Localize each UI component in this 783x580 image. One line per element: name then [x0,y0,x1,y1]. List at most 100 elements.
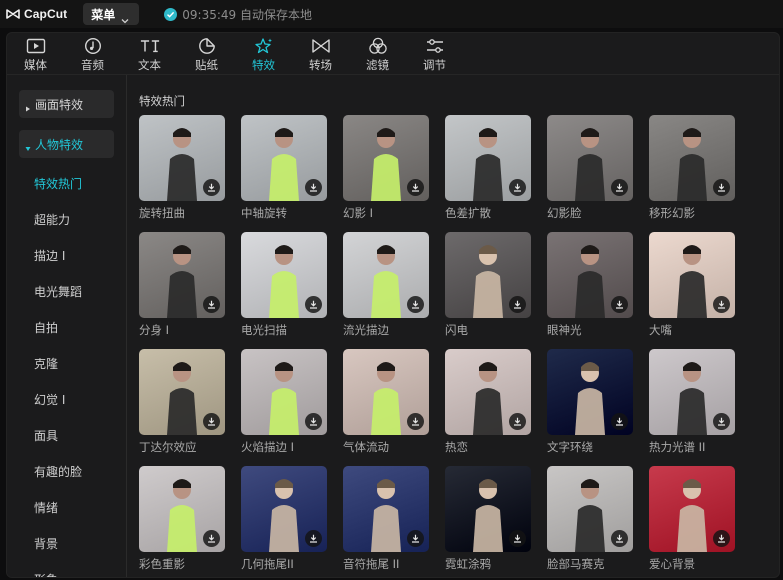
sidebar-item-figure[interactable]: 形象 [34,571,58,577]
effect-card[interactable]: 眼神光 [547,232,633,338]
effect-card[interactable]: 色差扩散 [445,115,531,221]
effect-card[interactable]: 火焰描边 I [241,349,327,455]
effect-card[interactable]: 分身 I [139,232,225,338]
download-icon[interactable] [611,530,628,547]
effect-card[interactable]: 热力光谱 II [649,349,735,455]
effect-card[interactable]: 移形幻影 [649,115,735,221]
effect-thumbnail [649,115,735,201]
effect-name: 分身 I [139,323,170,337]
tab-sticker[interactable]: 贴纸 [178,33,235,75]
effect-name: 色差扩散 [445,206,491,220]
effect-name: 爱心背景 [649,557,695,571]
effect-name: 气体流动 [343,440,389,454]
download-icon[interactable] [305,179,322,196]
effect-thumbnail [241,115,327,201]
download-icon[interactable] [407,179,424,196]
tab-transition[interactable]: 转场 [292,33,349,75]
effect-card[interactable]: 流光描边 [343,232,429,338]
sidebar-item-emotion[interactable]: 情绪 [34,499,58,516]
effect-thumbnail [547,232,633,318]
download-icon[interactable] [713,413,730,430]
tab-text[interactable]: 文本 [121,33,178,75]
sidebar-item-illusion[interactable]: 幻觉 I [34,391,65,408]
effects-content: 特效热门 旋转扭曲 中轴旋转 幻影 I 色差扩散 幻影脸 移形幻影 分身 I 电光扫描 流光描边… [128,75,779,577]
download-icon[interactable] [407,413,424,430]
sidebar-item-hot[interactable]: 特效热门 [34,175,82,192]
effect-name: 几何拖尾II [241,557,294,571]
effect-thumbnail [445,115,531,201]
download-icon[interactable] [305,296,322,313]
effect-card[interactable]: 气体流动 [343,349,429,455]
download-icon[interactable] [305,530,322,547]
effect-card[interactable]: 几何拖尾II [241,466,327,572]
effect-card[interactable]: 音符拖尾 II [343,466,429,572]
download-icon[interactable] [407,296,424,313]
effect-card[interactable]: 热恋 [445,349,531,455]
tab-audio-label: 音频 [81,58,104,72]
sidebar-item-selfie[interactable]: 自拍 [34,319,58,336]
download-icon[interactable] [713,296,730,313]
download-icon[interactable] [611,179,628,196]
effect-card[interactable]: 闪电 [445,232,531,338]
download-icon[interactable] [203,179,220,196]
effect-card[interactable]: 霓虹涂鸦 [445,466,531,572]
tab-effects-label: 特效 [252,58,275,72]
sidebar-item-clone[interactable]: 克隆 [34,355,58,372]
effect-card[interactable]: 大嘴 [649,232,735,338]
effect-name: 电光扫描 [241,323,287,337]
app-name: CapCut [24,7,68,21]
effect-name: 火焰描边 I [241,440,295,454]
effect-card[interactable]: 幻影 I [343,115,429,221]
effect-thumbnail [343,232,429,318]
effect-card[interactable]: 中轴旋转 [241,115,327,221]
tab-filter[interactable]: 滤镜 [349,33,406,75]
effect-card[interactable]: 文字环绕 [547,349,633,455]
download-icon[interactable] [203,530,220,547]
sidebar-item-outline[interactable]: 描边 I [34,247,65,264]
download-icon[interactable] [203,296,220,313]
menu-button[interactable]: 菜单 [83,3,140,25]
tab-effects[interactable]: 特效 [235,33,292,75]
category-people-effects[interactable]: 人物特效 [19,130,114,158]
effect-card[interactable]: 脸部马赛克 [547,466,633,572]
download-icon[interactable] [509,413,526,430]
download-icon[interactable] [509,296,526,313]
effect-card[interactable]: 旋转扭曲 [139,115,225,221]
effect-name: 眼神光 [547,323,582,337]
tab-adjust[interactable]: 调节 [406,33,463,75]
download-icon[interactable] [713,179,730,196]
download-icon[interactable] [407,530,424,547]
effect-card[interactable]: 电光扫描 [241,232,327,338]
download-icon[interactable] [611,413,628,430]
effect-name: 大嘴 [649,323,672,337]
tab-media[interactable]: 媒体 [7,33,64,75]
effect-thumbnail [241,466,327,552]
sidebar-item-superpower[interactable]: 超能力 [34,211,70,228]
category-screen-effects[interactable]: 画面特效 [19,90,114,118]
sidebar-item-electric-dance[interactable]: 电光舞蹈 [34,283,82,300]
effect-name: 脸部马赛克 [547,557,605,571]
effect-name: 旋转扭曲 [139,206,185,220]
download-icon[interactable] [305,413,322,430]
download-icon[interactable] [509,530,526,547]
effect-card[interactable]: 丁达尔效应 [139,349,225,455]
effect-card[interactable]: 爱心背景 [649,466,735,572]
effect-card[interactable]: 彩色重影 [139,466,225,572]
effect-thumbnail [139,466,225,552]
chevron-down-icon [121,10,129,24]
tab-audio[interactable]: 音频 [64,33,121,75]
effect-card[interactable]: 幻影脸 [547,115,633,221]
tab-filter-label: 滤镜 [366,58,389,72]
sidebar-item-funny-face[interactable]: 有趣的脸 [34,463,82,480]
effect-name: 热恋 [445,440,468,454]
effect-name: 文字环绕 [547,440,593,454]
effect-thumbnail [547,115,633,201]
download-icon[interactable] [611,296,628,313]
sidebar-item-mask[interactable]: 面具 [34,427,58,444]
download-icon[interactable] [203,413,220,430]
sidebar-item-background[interactable]: 背景 [34,535,58,552]
audio-icon [83,37,103,55]
download-icon[interactable] [713,530,730,547]
download-icon[interactable] [509,179,526,196]
effect-name: 音符拖尾 II [343,557,400,571]
